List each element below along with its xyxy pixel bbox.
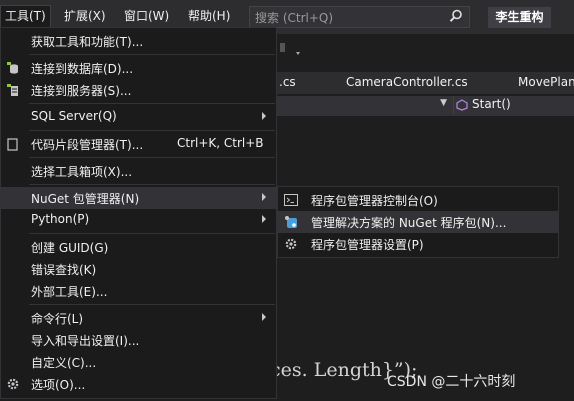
menu-item-connect-server[interactable]: 连接到服务器(S)... <box>1 79 276 101</box>
menu-item-label: 错误查找(K) <box>31 263 97 277</box>
menu-item-get-tools[interactable]: 获取工具和功能(T)... <box>1 30 276 52</box>
menu-item-sql-server[interactable]: SQL Server(Q) <box>1 106 276 128</box>
nuget-submenu: 程序包管理器控制台(O) 管理解决方案的 NuGet 程序包(N)... 程序包… <box>277 186 559 258</box>
server-connect-icon <box>7 84 18 96</box>
member-name[interactable]: Start() <box>472 97 511 111</box>
submenu-item-package-console[interactable]: 程序包管理器控制台(O) <box>278 189 558 211</box>
tools-menu: 获取工具和功能(T)... 连接到数据库(D)... 连接到服务器(S)... … <box>0 27 277 399</box>
search-box[interactable]: 搜索 (Ctrl+Q) <box>249 6 470 28</box>
menu-item-label: 获取工具和功能(T)... <box>31 35 144 49</box>
menu-separator <box>29 304 275 305</box>
type-dropdown[interactable]: ▼ <box>270 97 454 114</box>
editor-tab-moveplan[interactable]: MovePlan <box>518 75 574 89</box>
menu-item-label: 连接到数据库(D)... <box>31 62 134 76</box>
menu-item-label: 创建 GUID(G) <box>31 241 109 255</box>
menu-item-label: 选择工具箱项(X)... <box>31 165 133 179</box>
menu-item-label: Python(P) <box>31 212 90 226</box>
menu-item-create-guid[interactable]: 创建 GUID(G) <box>1 236 276 258</box>
submenu-arrow-icon <box>262 313 266 321</box>
watermark: CSDN @二十六时刻 <box>387 374 516 390</box>
editor-tab[interactable]: .cs <box>279 75 296 89</box>
submenu-item-package-settings[interactable]: 程序包管理器设置(P) <box>278 233 558 255</box>
submenu-item-label: 程序包管理器设置(P) <box>311 238 424 252</box>
database-connect-icon <box>7 62 18 74</box>
method-icon <box>456 99 468 111</box>
menu-separator <box>29 103 275 104</box>
submenu-item-label: 管理解决方案的 NuGet 程序包(N)... <box>311 216 507 230</box>
menu-item-label: 代码片段管理器(T)... <box>31 138 144 152</box>
gear-icon <box>285 238 297 250</box>
menu-item-label: 导入和导出设置(I)... <box>31 334 140 348</box>
submenu-item-manage-nuget-packages[interactable]: 管理解决方案的 NuGet 程序包(N)... <box>278 211 558 233</box>
submenu-arrow-icon <box>262 193 266 201</box>
submenu-arrow-icon <box>262 215 266 223</box>
menu-item-choose-toolbox[interactable]: 选择工具箱项(X)... <box>1 160 276 182</box>
menu-item-label: 自定义(C)... <box>31 356 97 370</box>
console-icon <box>284 194 298 206</box>
menu-separator <box>29 184 275 185</box>
menu-extensions[interactable]: 扩展(X) <box>60 6 110 27</box>
menu-item-label: 选项(O)... <box>31 378 86 392</box>
navigation-bar: ▼ Start() <box>270 96 574 116</box>
submenu-item-label: 程序包管理器控制台(O) <box>311 194 438 208</box>
submenu-arrow-icon <box>262 112 266 120</box>
menu-separator <box>29 157 275 158</box>
search-placeholder: 搜索 (Ctrl+Q) <box>255 11 334 25</box>
menu-item-shortcut: Ctrl+K, Ctrl+B <box>177 136 264 150</box>
menu-separator <box>29 130 275 131</box>
menu-item-label: 外部工具(E)... <box>31 285 108 299</box>
menu-item-snippet-manager[interactable]: 代码片段管理器(T)... Ctrl+K, Ctrl+B <box>1 133 276 155</box>
gear-icon <box>7 378 19 390</box>
menu-item-external-tools[interactable]: 外部工具(E)... <box>1 280 276 302</box>
menu-item-options[interactable]: 选项(O)... <box>1 373 276 395</box>
menu-item-nuget[interactable]: NuGet 包管理器(N) <box>1 187 276 209</box>
menu-separator <box>29 54 275 55</box>
toolbar-icons <box>280 43 300 55</box>
menu-tools[interactable]: 工具(T) <box>0 5 51 27</box>
menu-help[interactable]: 帮助(H) <box>184 6 234 27</box>
menu-item-label: NuGet 包管理器(N) <box>31 192 140 206</box>
snippet-icon <box>7 138 18 151</box>
menu-window[interactable]: 窗口(W) <box>120 6 173 27</box>
search-icon <box>449 9 462 22</box>
menu-item-connect-database[interactable]: 连接到数据库(D)... <box>1 57 276 79</box>
user-account-button[interactable]: 李生重构 <box>488 7 551 28</box>
chevron-down-icon: ▼ <box>440 98 447 108</box>
menu-separator <box>29 233 275 234</box>
menu-item-label: SQL Server(Q) <box>31 109 117 123</box>
nuget-package-icon <box>285 216 297 228</box>
menu-item-command-line[interactable]: 命令行(L) <box>1 307 276 329</box>
toolbar-fragment <box>278 40 318 60</box>
menu-item-label: 连接到服务器(S)... <box>31 84 132 98</box>
menu-item-import-export-settings[interactable]: 导入和导出设置(I)... <box>1 329 276 351</box>
menu-item-label: 命令行(L) <box>31 312 84 326</box>
menu-item-python[interactable]: Python(P) <box>1 209 276 231</box>
menu-item-customize[interactable]: 自定义(C)... <box>1 351 276 373</box>
menu-item-error-lookup[interactable]: 错误查找(K) <box>1 258 276 280</box>
editor-tab-cameracontroller[interactable]: CameraController.cs <box>346 75 468 89</box>
